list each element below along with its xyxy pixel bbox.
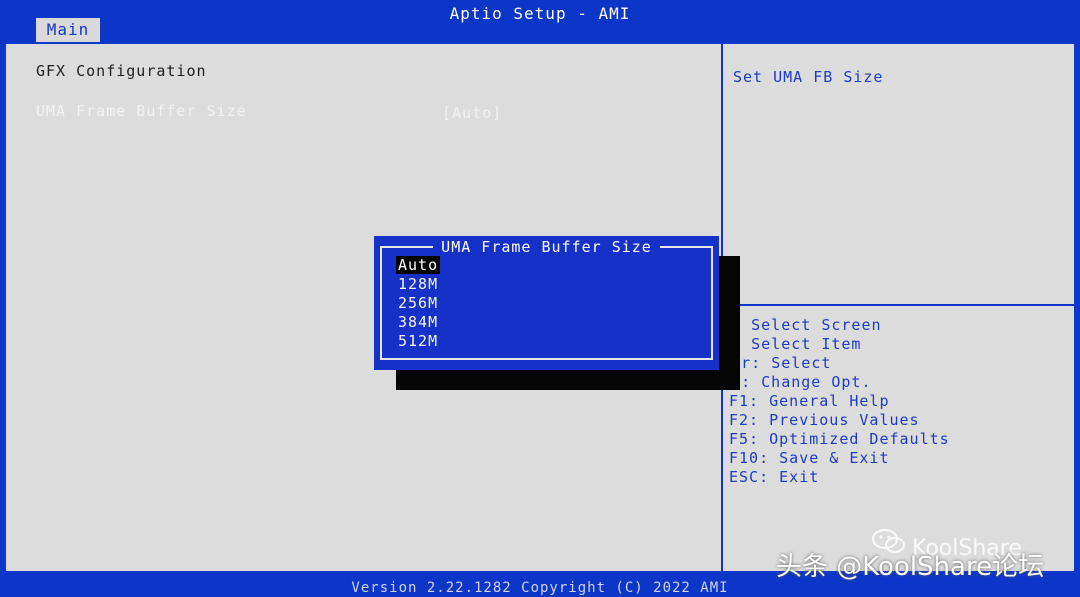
watermark-text: 头条 @KoolShare论坛 — [776, 552, 1045, 582]
popup-option-256m[interactable]: 256M — [396, 294, 440, 312]
tab-main[interactable]: Main — [36, 18, 100, 42]
popup-option-128m[interactable]: 128M — [396, 275, 440, 293]
key-save-exit: F10: Save & Exit — [729, 449, 890, 467]
help-pane: Set UMA FB Size — [725, 44, 1074, 306]
popup-option-384m[interactable]: 384M — [396, 313, 440, 331]
help-text: Set UMA FB Size — [733, 68, 884, 86]
uma-frame-buffer-size-label[interactable]: UMA Frame Buffer Size — [36, 102, 247, 120]
popup-option-512m[interactable]: 512M — [396, 332, 440, 350]
key-optimized-defaults: F5: Optimized Defaults — [729, 430, 950, 448]
option-popup[interactable]: UMA Frame Buffer Size Auto 128M 256M 384… — [374, 236, 719, 370]
key-previous-values: F2: Previous Values — [729, 411, 920, 429]
popup-title-text: UMA Frame Buffer Size — [433, 238, 660, 256]
key-general-help: F1: General Help — [729, 392, 890, 410]
section-title: GFX Configuration — [36, 62, 207, 80]
key-esc-exit: ESC: Exit — [729, 468, 820, 486]
uma-frame-buffer-size-value[interactable]: [Auto] — [442, 104, 502, 122]
popup-option-auto[interactable]: Auto — [396, 256, 441, 274]
popup-title: UMA Frame Buffer Size — [374, 237, 719, 256]
window-title: Aptio Setup - AMI — [449, 4, 631, 23]
